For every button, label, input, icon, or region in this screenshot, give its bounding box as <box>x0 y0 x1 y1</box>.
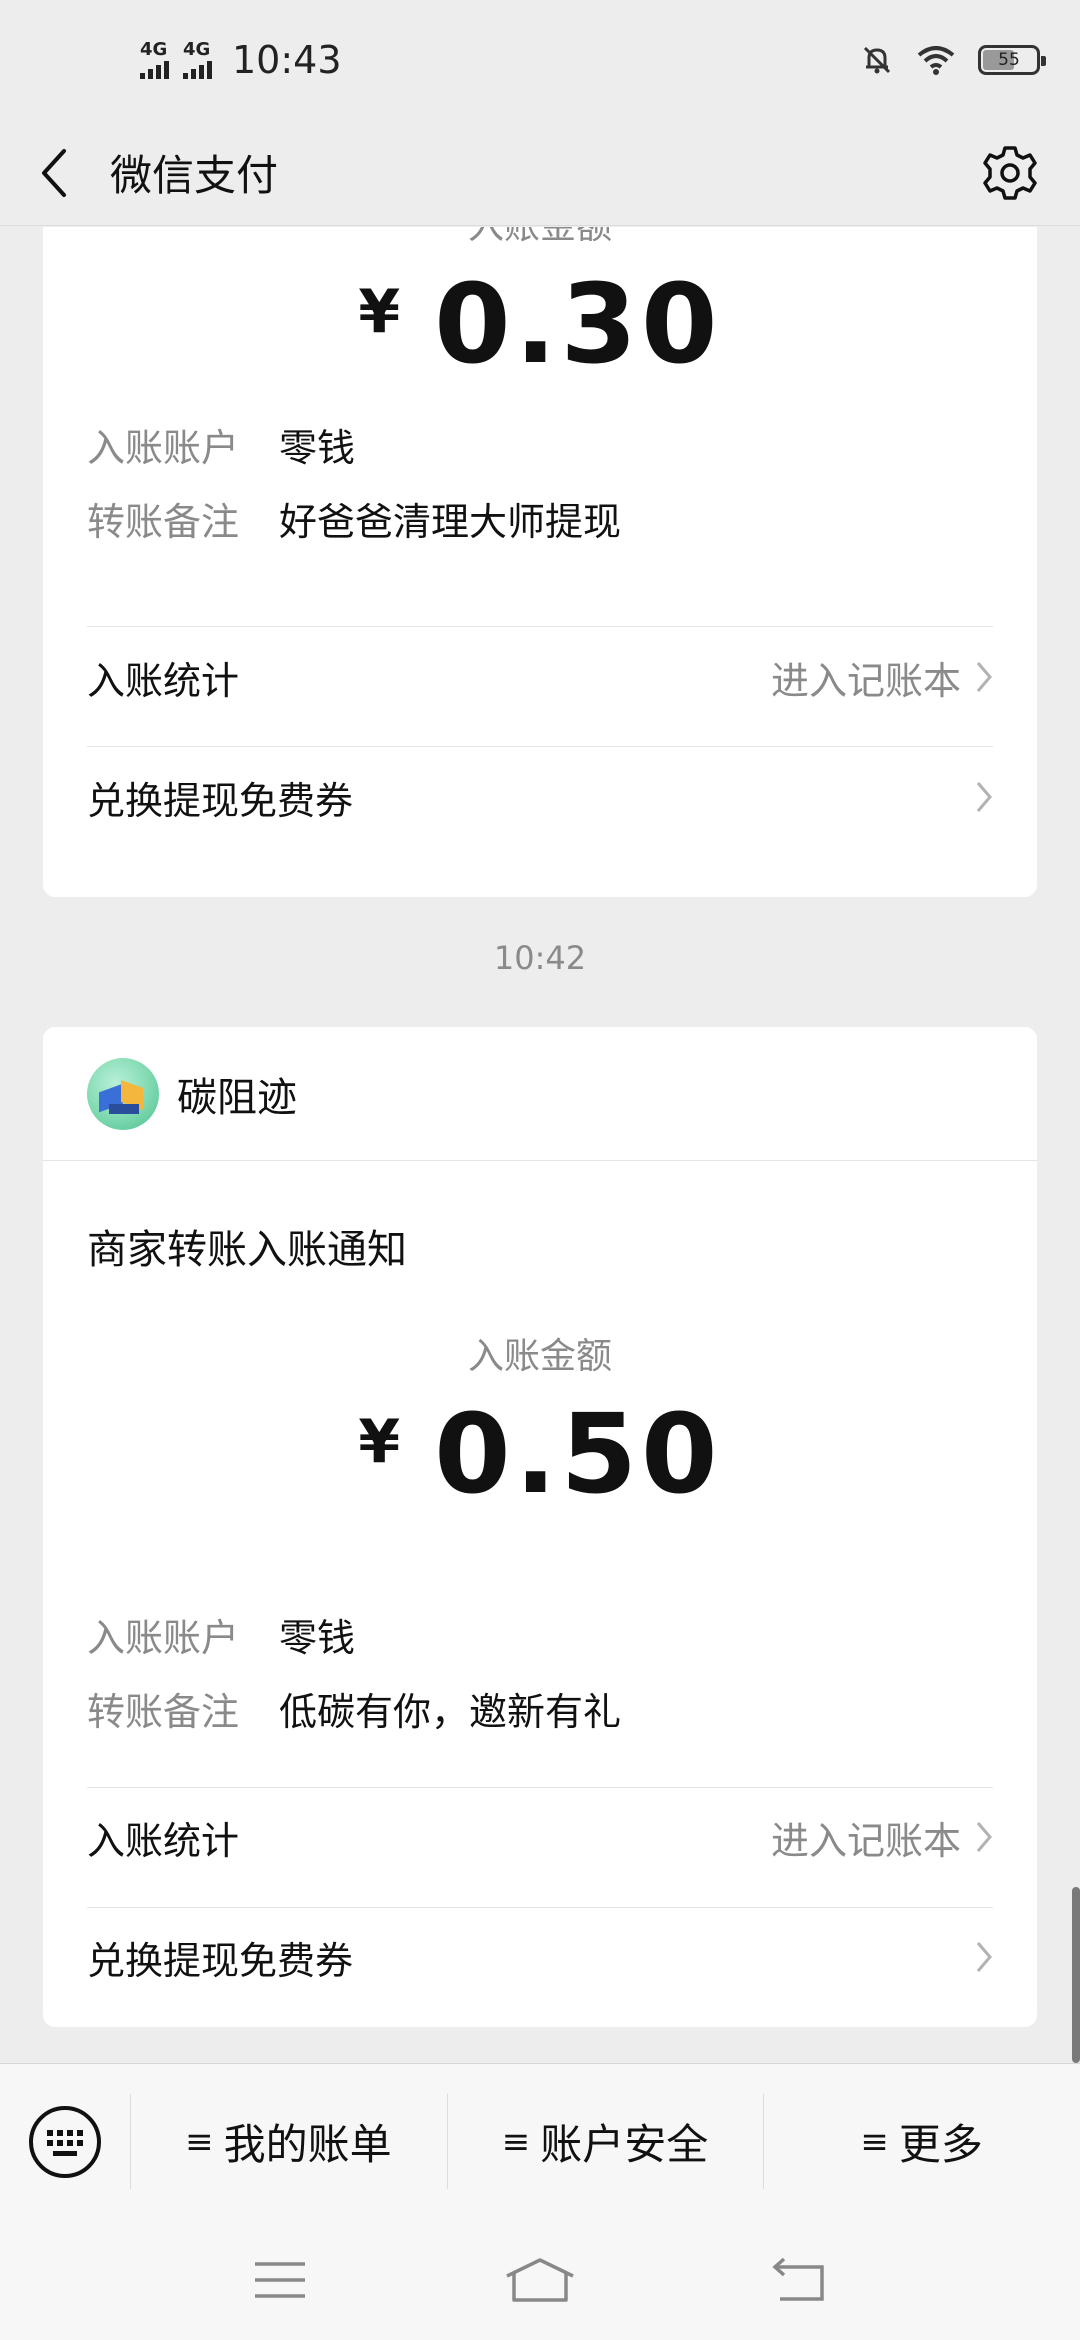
transfer-card-2: 碳阻迹 商家转账入账通知 入账金额 ¥ 0.50 入账账户 零钱 转账备注 低碳… <box>43 1027 1037 2027</box>
amount-label: 入账金额 <box>43 227 1037 249</box>
remark-label: 转账备注 <box>87 500 240 544</box>
account-value: 零钱 <box>279 1616 356 1660</box>
system-back-button[interactable] <box>760 2250 840 2310</box>
chevron-right-icon <box>975 657 997 697</box>
notice-title: 商家转账入账通知 <box>87 1227 407 1273</box>
bottom-menu: ≡ 我的账单 ≡ 账户安全 ≡ 更多 <box>0 2063 1080 2219</box>
stats-label: 入账统计 <box>87 658 240 703</box>
cell-signal-2-icon: 4G <box>183 41 212 79</box>
account-label: 入账账户 <box>87 1616 240 1660</box>
settings-button[interactable] <box>980 143 1040 203</box>
network-type-1: 4G <box>140 39 168 60</box>
menu-icon: ≡ <box>860 2121 889 2162</box>
cell-signal-1-icon: 4G <box>140 41 169 79</box>
coupon-row[interactable]: 兑换提现免费券 <box>87 757 997 837</box>
menu-more[interactable]: ≡ 更多 <box>763 2064 1080 2219</box>
keyboard-icon <box>29 2105 101 2178</box>
coupon-row[interactable]: 兑换提现免费券 <box>87 1917 997 1997</box>
account-row: 入账账户 零钱 <box>87 1607 355 1662</box>
remark-value: 好爸爸清理大师提现 <box>279 500 622 544</box>
scrollbar[interactable] <box>1072 1887 1080 2063</box>
account-label: 入账账户 <box>87 426 240 470</box>
amount-value: 0.50 <box>434 1390 722 1518</box>
status-time: 10:43 <box>232 38 342 82</box>
chevron-right-icon <box>975 1817 997 1857</box>
menu-more-label: 更多 <box>898 2120 983 2169</box>
amount-value: 0.30 <box>434 260 722 388</box>
home-icon <box>506 2257 574 2302</box>
chevron-right-icon <box>975 777 997 817</box>
stats-hint: 进入记账本 <box>770 658 961 703</box>
coupon-label: 兑换提现免费券 <box>87 1938 354 1983</box>
amount-display: ¥ 0.50 <box>43 1399 1037 1509</box>
menu-security-label: 账户安全 <box>540 2120 709 2169</box>
transfer-card-1: 入账金额 ¥ 0.30 入账账户 零钱 转账备注 好爸爸清理大师提现 入账统计 … <box>43 227 1037 897</box>
status-bar: 4G 4G 10:43 55 <box>0 0 1080 120</box>
wifi-icon <box>917 46 955 75</box>
remark-label: 转账备注 <box>87 1690 240 1734</box>
stats-row[interactable]: 入账统计 进入记账本 <box>87 637 997 717</box>
amount-label: 入账金额 <box>467 1336 612 1377</box>
merchant-avatar <box>87 1057 159 1130</box>
back-button[interactable] <box>40 143 80 203</box>
amount-display: ¥ 0.30 <box>43 269 1037 379</box>
stats-row[interactable]: 入账统计 进入记账本 <box>87 1797 997 1877</box>
divider <box>87 746 993 747</box>
system-home-button[interactable] <box>500 2250 580 2310</box>
network-type-2: 4G <box>183 39 211 60</box>
chevron-right-icon <box>975 1937 997 1977</box>
account-value: 零钱 <box>279 426 356 470</box>
status-left: 4G 4G 10:43 <box>140 38 342 82</box>
return-icon <box>772 2257 824 2301</box>
merchant-header[interactable]: 碳阻迹 <box>43 1027 1037 1161</box>
menu-icon: ≡ <box>185 2121 214 2162</box>
message-time: 10:42 <box>493 939 587 977</box>
currency-symbol: ¥ <box>358 277 401 347</box>
menu-account-security[interactable]: ≡ 账户安全 <box>446 2064 764 2219</box>
divider <box>87 1787 993 1788</box>
gear-icon <box>983 145 1037 200</box>
account-row: 入账账户 零钱 <box>87 417 355 472</box>
remark-row: 转账备注 低碳有你，邀新有礼 <box>87 1681 621 1736</box>
menu-icon: ≡ <box>501 2121 531 2162</box>
menu-bill-label: 我的账单 <box>223 2120 392 2169</box>
remark-value: 低碳有你，邀新有礼 <box>279 1690 622 1734</box>
currency-symbol: ¥ <box>358 1407 401 1477</box>
divider <box>87 626 993 627</box>
menu-my-bill[interactable]: ≡ 我的账单 <box>130 2064 447 2219</box>
coupon-label: 兑换提现免费券 <box>87 778 354 823</box>
page-title: 微信支付 <box>110 151 279 200</box>
system-nav-bar <box>0 2219 1080 2340</box>
merchant-name: 碳阻迹 <box>177 1074 297 1121</box>
nav-header: 微信支付 <box>0 120 1080 226</box>
divider <box>87 1907 993 1908</box>
status-right: 55 <box>860 43 1046 77</box>
keyboard-toggle-button[interactable] <box>0 2064 130 2219</box>
message-list[interactable]: 入账金额 ¥ 0.30 入账账户 零钱 转账备注 好爸爸清理大师提现 入账统计 … <box>0 227 1080 2063</box>
system-menu-button[interactable] <box>240 2250 320 2310</box>
battery-icon: 55 <box>978 45 1046 75</box>
back-arrow-icon <box>42 148 66 197</box>
battery-level: 55 <box>998 50 1020 70</box>
stats-label: 入账统计 <box>87 1818 240 1863</box>
remark-row: 转账备注 好爸爸清理大师提现 <box>87 491 621 546</box>
menu-lines-icon <box>255 2261 305 2298</box>
stats-hint: 进入记账本 <box>770 1818 961 1863</box>
mute-bell-icon <box>863 46 891 74</box>
